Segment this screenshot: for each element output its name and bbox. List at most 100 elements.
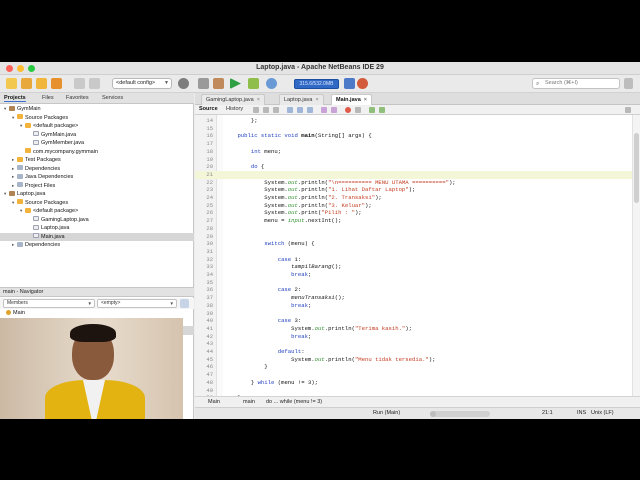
- code-line[interactable]: 32 case 1:: [195, 256, 640, 264]
- bookmark-icon[interactable]: [321, 107, 327, 113]
- comment-icon[interactable]: [369, 107, 375, 113]
- editor-scrollbar[interactable]: [632, 115, 640, 407]
- code-line[interactable]: 44 default:: [195, 348, 640, 356]
- config-dropdown[interactable]: <default config> ▼: [112, 78, 172, 89]
- tree-item[interactable]: ▸ Dependencies: [0, 241, 194, 250]
- code-line[interactable]: 21: [195, 170, 640, 179]
- history-tab[interactable]: History: [226, 106, 243, 112]
- next-bookmark-icon[interactable]: [331, 107, 337, 113]
- split-editor-icon[interactable]: [625, 107, 631, 113]
- code-line[interactable]: 35: [195, 279, 640, 287]
- code-line[interactable]: 18 int menu;: [195, 148, 640, 156]
- redo-icon[interactable]: [89, 78, 100, 89]
- code-line[interactable]: 14 };: [195, 117, 640, 125]
- code-line[interactable]: 40 case 3:: [195, 317, 640, 325]
- code-line[interactable]: 37 menuTransaksi();: [195, 294, 640, 302]
- run-icon[interactable]: [230, 78, 241, 89]
- find-previous-icon[interactable]: [297, 107, 303, 113]
- debug-icon[interactable]: [248, 78, 259, 89]
- code-line[interactable]: 42 break;: [195, 333, 640, 341]
- code-line[interactable]: 25 System.out.println("3. Keluar");: [195, 202, 640, 210]
- tree-item[interactable]: Main.java: [0, 232, 194, 241]
- run-status[interactable]: Run (Main): [373, 408, 400, 419]
- code-line[interactable]: 17: [195, 140, 640, 148]
- tab-services[interactable]: Services: [102, 95, 123, 101]
- code-line[interactable]: 15: [195, 125, 640, 133]
- code-line[interactable]: 46 }: [195, 363, 640, 371]
- new-file-icon[interactable]: [6, 78, 17, 89]
- new-project-icon[interactable]: [21, 78, 32, 89]
- close-icon[interactable]: ×: [364, 97, 367, 103]
- clean-build-icon[interactable]: [213, 78, 224, 89]
- editor-tab[interactable]: Main.java ×: [331, 94, 372, 105]
- tree-item[interactable]: GamingLaptop.java: [0, 216, 194, 225]
- code-line[interactable]: 48 } while (menu != 3);: [195, 379, 640, 387]
- code-line[interactable]: 43: [195, 340, 640, 348]
- forward-icon[interactable]: [273, 107, 279, 113]
- window-layout-icon[interactable]: [624, 78, 633, 89]
- navigator-options-icon[interactable]: [180, 299, 189, 308]
- undo-icon[interactable]: [74, 78, 85, 89]
- breadcrumb-block[interactable]: do ... while (menu != 3): [266, 397, 322, 407]
- search-input[interactable]: ⌕ Search (⌘+I): [532, 78, 620, 89]
- code-line[interactable]: 31: [195, 248, 640, 256]
- code-line[interactable]: 36 case 2:: [195, 286, 640, 294]
- close-icon[interactable]: ×: [315, 97, 318, 103]
- find-icon[interactable]: [287, 107, 293, 113]
- code-line[interactable]: 22 System.out.println("\n========== MENU…: [195, 179, 640, 187]
- code-line[interactable]: 30 switch (menu) {: [195, 240, 640, 248]
- tree-item[interactable]: ▾ Laptop.java: [0, 190, 194, 199]
- tree-item[interactable]: ▾ <default package>: [0, 207, 194, 216]
- stop-macro-icon[interactable]: [345, 107, 351, 113]
- gear-icon[interactable]: [178, 78, 189, 89]
- code-line[interactable]: 38 break;: [195, 302, 640, 310]
- tree-item[interactable]: ▸ Test Packages: [0, 156, 194, 165]
- tree-item[interactable]: com.mycompany.gymmain: [0, 148, 194, 157]
- back-icon[interactable]: [263, 107, 269, 113]
- code-line[interactable]: 29: [195, 233, 640, 241]
- open-project-icon[interactable]: [36, 78, 47, 89]
- memory-indicator[interactable]: 315.6/532.0MB: [294, 79, 339, 89]
- code-line[interactable]: 47: [195, 371, 640, 379]
- tab-projects[interactable]: Projects: [4, 95, 26, 102]
- tab-favorites[interactable]: Favorites: [66, 95, 89, 101]
- code-line[interactable]: 20 do {: [195, 163, 640, 171]
- find-next-icon[interactable]: [307, 107, 313, 113]
- editor-tab[interactable]: Laptop.java ×: [279, 94, 324, 105]
- gc-icon[interactable]: [344, 78, 355, 89]
- code-line[interactable]: 33 tampilBarang();: [195, 263, 640, 271]
- play-macro-icon[interactable]: [355, 107, 361, 113]
- code-line[interactable]: 27 menu = input.nextInt();: [195, 217, 640, 225]
- tree-item[interactable]: ▾ Source Packages: [0, 199, 194, 208]
- code-line[interactable]: 45 System.out.println("Menu tidak tersed…: [195, 356, 640, 364]
- tree-item[interactable]: GymMember.java: [0, 139, 194, 148]
- code-line[interactable]: 26 System.out.print("Pilih : ");: [195, 209, 640, 217]
- breadcrumb-method[interactable]: main: [243, 397, 255, 407]
- tree-item[interactable]: ▾ GymMain: [0, 105, 194, 114]
- code-editor[interactable]: 14 }; 15 16 public static void main(String…: [195, 115, 640, 407]
- navigator-filter-dropdown[interactable]: Members ▼: [3, 299, 95, 308]
- notifications-icon[interactable]: [357, 78, 368, 89]
- navigator-item[interactable]: Main: [0, 309, 194, 318]
- code-line[interactable]: 24 System.out.println("2. Transaksi");: [195, 194, 640, 202]
- code-line[interactable]: 19: [195, 156, 640, 164]
- tree-item[interactable]: ▾ <default package>: [0, 122, 194, 131]
- code-line[interactable]: 39: [195, 310, 640, 318]
- code-line[interactable]: 34 break;: [195, 271, 640, 279]
- navigator-scope-dropdown[interactable]: <empty> ▼: [97, 299, 177, 308]
- tree-item[interactable]: GymMain.java: [0, 131, 194, 140]
- tree-item[interactable]: ▾ Source Packages: [0, 114, 194, 123]
- code-line[interactable]: 28: [195, 225, 640, 233]
- hammer-build-icon[interactable]: [198, 78, 209, 89]
- breadcrumb-class[interactable]: Main: [208, 397, 220, 407]
- uncomment-icon[interactable]: [379, 107, 385, 113]
- tab-files[interactable]: Files: [42, 95, 54, 101]
- code-line[interactable]: 41 System.out.println("Terima kasih.");: [195, 325, 640, 333]
- source-tab[interactable]: Source: [199, 106, 218, 112]
- editor-tab[interactable]: GamingLaptop.java ×: [201, 94, 265, 105]
- profile-icon[interactable]: [266, 78, 277, 89]
- close-icon[interactable]: ×: [257, 97, 260, 103]
- tree-item[interactable]: Laptop.java: [0, 224, 194, 233]
- last-edit-icon[interactable]: [253, 107, 259, 113]
- tree-item[interactable]: ▸ Project Files: [0, 182, 194, 191]
